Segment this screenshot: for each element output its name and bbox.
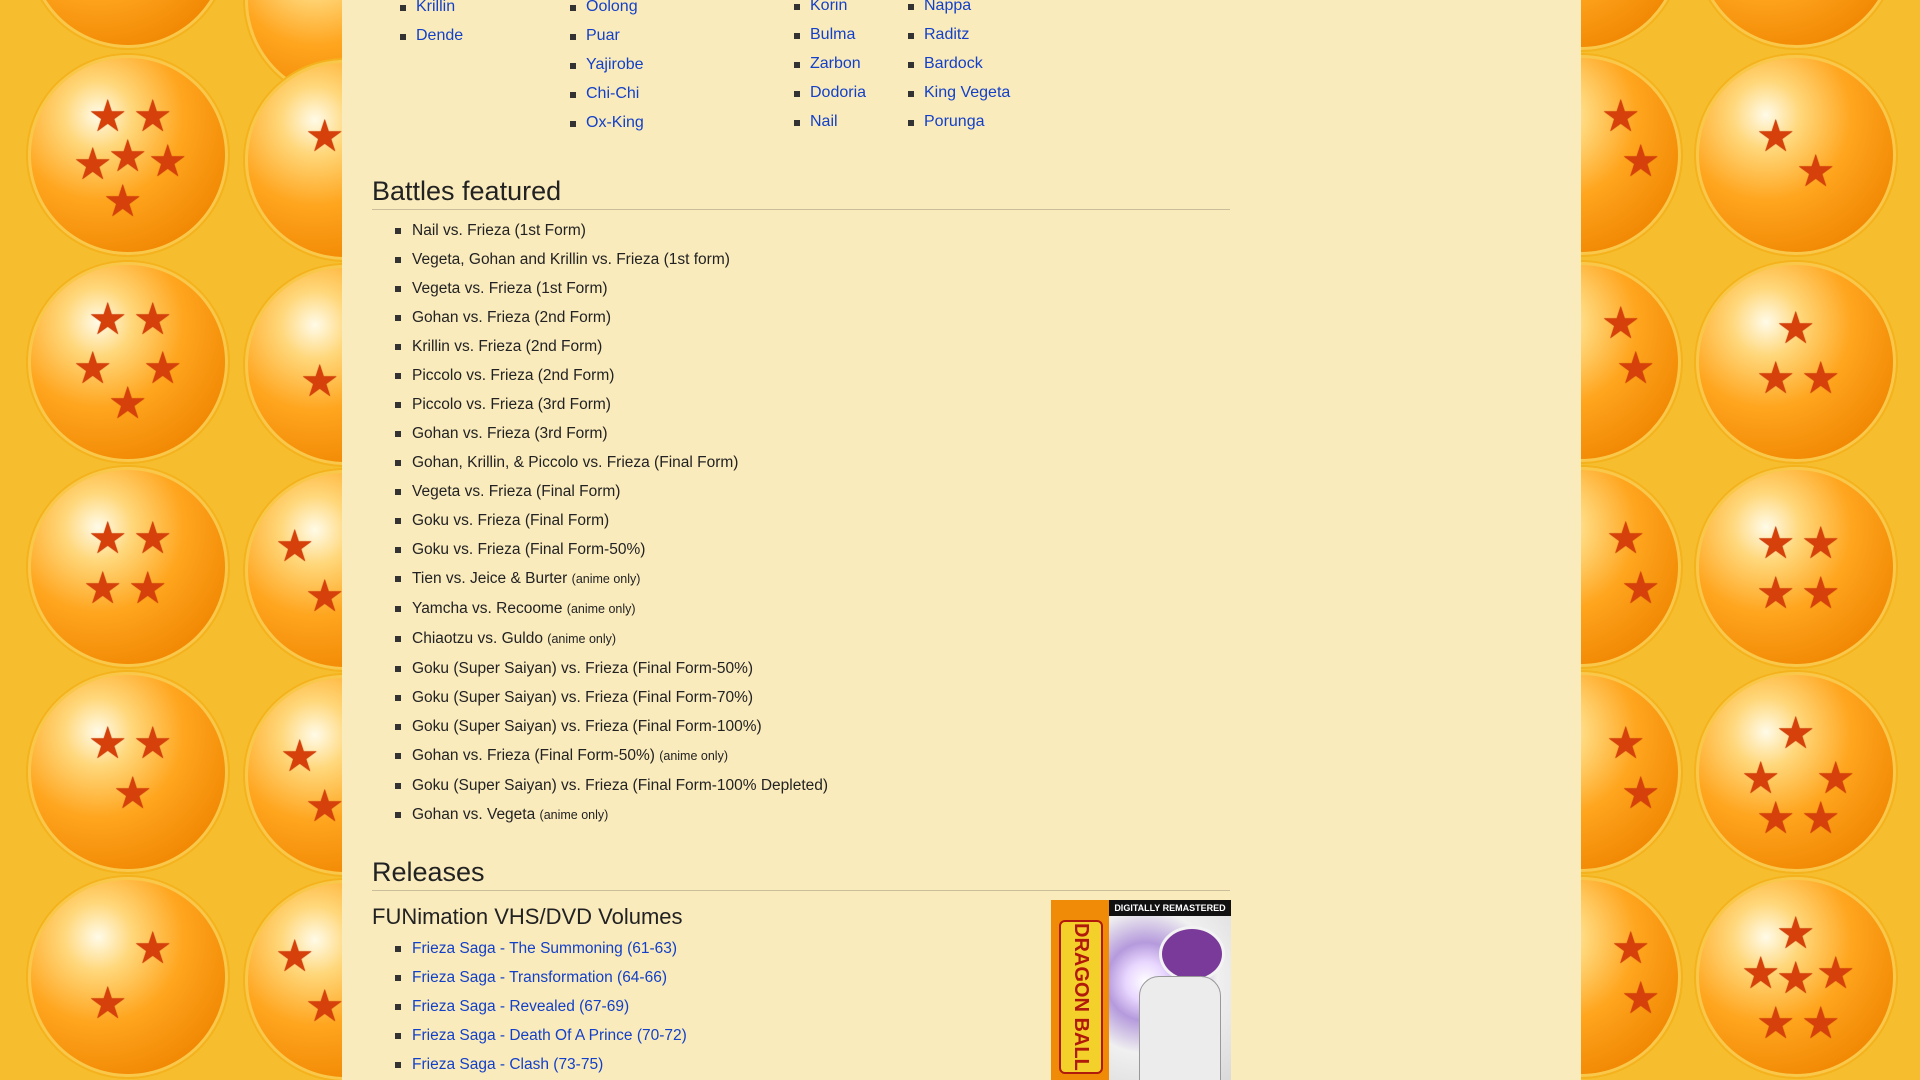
dragon-ball-decoration: ★ ★ ★ ★ ★ (28, 262, 228, 462)
anime-only-note: (anime only) (571, 572, 641, 586)
character-link[interactable]: Raditz (908, 26, 1010, 55)
battle-item: Goku (Super Saiyan) vs. Frieza (Final Fo… (394, 718, 828, 747)
dragon-ball-decoration: ★ ★ ★ ★ ★ ★ (1696, 877, 1896, 1077)
dragon-ball-decoration: ★ ★ (1581, 467, 1681, 667)
battle-item: Tien vs. Jeice & Burter (anime only) (394, 570, 828, 600)
character-link[interactable]: Dodoria (794, 84, 866, 113)
battle-item: Gohan vs. Frieza (2nd Form) (394, 309, 828, 338)
dragon-ball-decoration (1581, 0, 1681, 50)
battle-item: Goku vs. Frieza (Final Form) (394, 512, 828, 541)
character-list-col4: Nappa Raditz Bardock King Vegeta Porunga (908, 0, 1010, 142)
dragon-ball-decoration: ★ ★ (28, 877, 228, 1077)
character-link[interactable]: Krillin (400, 0, 463, 27)
battle-item: Yamcha vs. Recoome (anime only) (394, 600, 828, 630)
dragon-ball-decoration: ★ ★ (1581, 55, 1681, 255)
battle-item: Vegeta vs. Frieza (1st Form) (394, 280, 828, 309)
background-right: ★ ★ ★ ★ ★ ★ ★ ★ ★ ★ ★ ★ ★ ★ ★ ★ ★ ★ ★ ★ ★ ★ ★ ★ ★ ★ ★ ★ ★ ★ (1581, 0, 1920, 1080)
dragon-ball-decoration: ★ ★ ★ ★ (1696, 467, 1896, 667)
cover-art (1109, 916, 1231, 1080)
dragon-ball-decoration: ★ ★ ★ ★ (28, 467, 228, 667)
character-link[interactable]: Korin (794, 0, 866, 26)
battle-item: Gohan vs. Frieza (Final Form-50%) (anime… (394, 747, 828, 777)
anime-only-note: (anime only) (547, 632, 617, 646)
dragon-ball-decoration: ★ ★ ★ ★ ★ (1696, 672, 1896, 872)
releases-heading: Releases (372, 857, 1230, 891)
character-link[interactable]: Bulma (794, 26, 866, 55)
dragon-ball-z-logo: DRAGON BALL Z (1051, 920, 1103, 1074)
battle-item: Piccolo vs. Frieza (3rd Form) (394, 396, 828, 425)
dragon-ball-decoration: ★ ★ ★ (1696, 262, 1896, 462)
character-list-col2: Oolong Puar Yajirobe Chi-Chi Ox-King (570, 0, 644, 143)
dragon-ball-decoration: ★ ★ (1581, 877, 1681, 1077)
character-list-col1: Krillin Dende (400, 0, 463, 56)
character-list-col3: Korin Bulma Zarbon Dodoria Nail (794, 0, 866, 142)
dragon-ball-decoration (1696, 0, 1896, 48)
release-link[interactable]: Frieza Saga - Clash (73-75) (395, 1056, 687, 1080)
dragon-ball-decoration: ★ ★ ★ ★ ★ ★ (28, 55, 228, 255)
release-link[interactable]: Frieza Saga - Death Of A Prince (70-72) (395, 1027, 687, 1056)
release-link[interactable]: Frieza Saga - The Summoning (61-63) (395, 940, 687, 969)
battle-item: Vegeta vs. Frieza (Final Form) (394, 483, 828, 512)
character-link[interactable]: Nail (794, 113, 866, 142)
release-link[interactable]: Frieza Saga - Revealed (67-69) (395, 998, 687, 1027)
battle-item: Vegeta, Gohan and Krillin vs. Frieza (1s… (394, 251, 828, 280)
character-link[interactable]: Nappa (908, 0, 1010, 26)
dragon-ball-decoration: ★ ★ (1696, 55, 1896, 255)
releases-subheading: FUNimation VHS/DVD Volumes (372, 904, 683, 929)
dvd-cover-image[interactable]: DRAGON BALL Z DIGITALLY REMASTERED (1051, 900, 1231, 1080)
battle-item: Piccolo vs. Frieza (2nd Form) (394, 367, 828, 396)
cover-banner: DIGITALLY REMASTERED (1109, 900, 1231, 916)
character-link[interactable]: Puar (570, 27, 644, 56)
battle-item: Goku (Super Saiyan) vs. Frieza (Final Fo… (394, 660, 828, 689)
battle-item: Nail vs. Frieza (1st Form) (394, 222, 828, 251)
battle-item: Goku (Super Saiyan) vs. Frieza (Final Fo… (394, 689, 828, 718)
battles-heading: Battles featured (372, 176, 1230, 210)
battles-list: Nail vs. Frieza (1st Form) Vegeta, Gohan… (394, 222, 828, 835)
character-link[interactable]: King Vegeta (908, 84, 1010, 113)
battle-item: Gohan vs. Vegeta (anime only) (394, 806, 828, 835)
character-link[interactable]: Porunga (908, 113, 1010, 142)
battle-item: Goku vs. Frieza (Final Form-50%) (394, 541, 828, 570)
anime-only-note: (anime only) (566, 602, 636, 616)
character-link[interactable]: Dende (400, 27, 463, 56)
dragon-ball-decoration: ★ ★ (245, 470, 342, 670)
character-link[interactable]: Chi-Chi (570, 85, 644, 114)
dragon-ball-decoration: ★ ★ (1581, 262, 1681, 462)
frieza-body (1139, 976, 1221, 1080)
releases-list: Frieza Saga - The Summoning (61-63) Frie… (395, 940, 687, 1080)
battle-item: Gohan vs. Frieza (3rd Form) (394, 425, 828, 454)
battle-item: Goku (Super Saiyan) vs. Frieza (Final Fo… (394, 777, 828, 806)
dragon-ball-decoration: ★ (245, 60, 342, 260)
character-link[interactable]: Ox-King (570, 114, 644, 143)
anime-only-note: (anime only) (539, 808, 609, 822)
frieza-head (1159, 926, 1225, 982)
character-link[interactable]: Bardock (908, 55, 1010, 84)
dragon-ball-decoration: ★ ★ (245, 675, 342, 875)
background-left: ★ ★ ★ ★ ★ ★ ★ ★ ★ ★ ★ ★ ★ ★ ★ ★ ★ ★ ★ ★ ★ ★ ★ ★ ★ ★ ★ ★ (0, 0, 342, 1080)
release-link[interactable]: Frieza Saga - Transformation (64-66) (395, 969, 687, 998)
dragon-ball-decoration: ★ ★ (245, 880, 342, 1080)
battle-item: Krillin vs. Frieza (2nd Form) (394, 338, 828, 367)
character-link[interactable]: Zarbon (794, 55, 866, 84)
anime-only-note: (anime only) (659, 749, 728, 763)
dragon-ball-decoration (28, 0, 228, 48)
battle-item: Chiaotzu vs. Guldo (anime only) (394, 630, 828, 660)
dragon-ball-decoration: ★ ★ ★ (28, 672, 228, 872)
battle-item: Gohan, Krillin, & Piccolo vs. Frieza (Fi… (394, 454, 828, 483)
character-link[interactable]: Yajirobe (570, 56, 644, 85)
character-link[interactable]: Oolong (570, 0, 644, 27)
dragon-ball-decoration: ★ (245, 265, 342, 465)
article-content: Krillin Dende Oolong Puar Yajirobe Chi-C… (342, 0, 1581, 1080)
dragon-ball-decoration: ★ ★ (1581, 672, 1681, 872)
